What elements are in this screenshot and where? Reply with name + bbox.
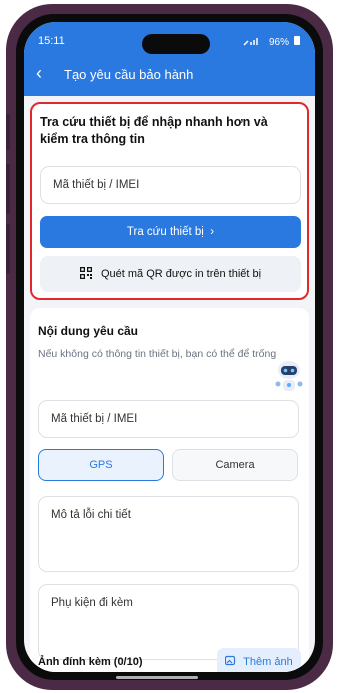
- request-heading: Nội dung yêu cầu: [38, 324, 139, 338]
- lookup-heading: Tra cứu thiết bị để nhập nhanh hơn và ki…: [40, 115, 268, 146]
- request-device-input[interactable]: Mã thiết bị / IMEI: [38, 400, 299, 438]
- side-button: [6, 224, 10, 274]
- home-indicator: [116, 676, 198, 679]
- status-time: 15:11: [38, 35, 65, 47]
- add-photo-button[interactable]: Thêm ảnh: [217, 648, 301, 672]
- battery-icon: [293, 35, 301, 49]
- page-title: Tạo yêu cầu bảo hành: [64, 67, 194, 82]
- lookup-button-label: Tra cứu thiết bị: [126, 226, 204, 238]
- battery-level: 96%: [268, 36, 289, 48]
- lookup-device-input[interactable]: Mã thiết bị / IMEI: [40, 166, 301, 204]
- add-photo-label: Thêm ảnh: [243, 656, 293, 668]
- scan-qr-button[interactable]: Quét mã QR được in trên thiết bị: [40, 256, 301, 292]
- status-icons: 96%: [243, 35, 301, 49]
- assistant-robot-icon[interactable]: [273, 360, 305, 396]
- signal-icon: [243, 36, 265, 49]
- add-image-icon: [225, 655, 236, 666]
- back-arrow-icon[interactable]: ‹: [36, 64, 42, 82]
- camera-notch: [142, 34, 210, 54]
- side-button: [6, 164, 10, 214]
- request-hint: Nếu không có thông tin thiết bị, bạn có …: [38, 348, 277, 360]
- phone-frame: 15:11 96% ‹ Tạo yêu cầu bảo hành Tra cứu…: [6, 4, 333, 690]
- request-card: Nội dung yêu cầu Nếu không có thông tin …: [30, 308, 309, 672]
- attachments-label: Ảnh đính kèm (0/10): [38, 656, 143, 668]
- tab-gps[interactable]: GPS: [38, 449, 164, 481]
- phone-bezel: 15:11 96% ‹ Tạo yêu cầu bảo hành Tra cứu…: [16, 14, 323, 680]
- qr-code-icon: [79, 267, 92, 279]
- lookup-button[interactable]: Tra cứu thiết bị ›: [40, 216, 301, 248]
- description-textarea[interactable]: Mô tả lỗi chi tiết: [38, 496, 299, 572]
- tab-camera[interactable]: Camera: [172, 449, 298, 481]
- app-bar: 15:11 96% ‹ Tạo yêu cầu bảo hành: [24, 22, 315, 96]
- screen: 15:11 96% ‹ Tạo yêu cầu bảo hành Tra cứu…: [24, 22, 315, 672]
- chevron-right-icon: ›: [207, 226, 215, 238]
- side-button: [6, 114, 10, 150]
- scan-qr-label: Quét mã QR được in trên thiết bị: [100, 268, 262, 280]
- lookup-card: Tra cứu thiết bị để nhập nhanh hơn và ki…: [30, 102, 309, 300]
